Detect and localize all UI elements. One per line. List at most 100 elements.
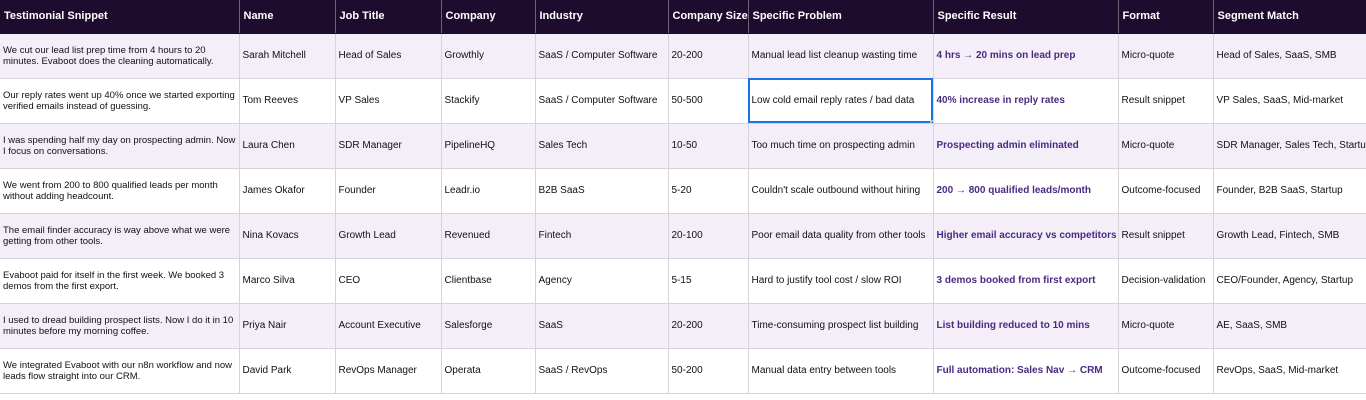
cell-name[interactable]: Nina Kovacs xyxy=(239,213,336,259)
cell-company-size[interactable]: 5-15 xyxy=(668,258,749,304)
table-row: We cut our lead list prep time from 4 ho… xyxy=(0,33,1366,79)
cell-snippet[interactable]: We went from 200 to 800 qualified leads … xyxy=(0,168,240,214)
cell-industry[interactable]: Sales Tech xyxy=(535,123,669,169)
cell-snippet[interactable]: I was spending half my day on prospectin… xyxy=(0,123,240,169)
cell-industry[interactable]: SaaS / Computer Software xyxy=(535,78,669,124)
cell-name[interactable]: David Park xyxy=(239,348,336,394)
cell-specific-result[interactable]: Prospecting admin eliminated xyxy=(933,123,1119,169)
cell-company-size[interactable]: 20-200 xyxy=(668,33,749,79)
cell-specific-result[interactable]: Full automation: Sales Nav → CRM xyxy=(933,348,1119,394)
cell-segment-match[interactable]: CEO/Founder, Agency, Startup xyxy=(1213,258,1366,304)
selection-fill-handle[interactable] xyxy=(929,119,932,122)
column-header-company-size[interactable]: Company Size xyxy=(668,0,749,34)
cell-specific-problem[interactable]: Manual data entry between tools xyxy=(748,348,934,394)
cell-industry[interactable]: B2B SaaS xyxy=(535,168,669,214)
cell-format[interactable]: Decision-validation xyxy=(1118,258,1214,304)
cell-industry[interactable]: SaaS / Computer Software xyxy=(535,33,669,79)
cell-name[interactable]: Sarah Mitchell xyxy=(239,33,336,79)
column-header-specific-problem[interactable]: Specific Problem xyxy=(748,0,934,34)
cell-format[interactable]: Outcome-focused xyxy=(1118,168,1214,214)
cell-format[interactable]: Result snippet xyxy=(1118,213,1214,259)
cell-industry[interactable]: Fintech xyxy=(535,213,669,259)
table-row: The email finder accuracy is way above w… xyxy=(0,213,1366,259)
table-row: Evaboot paid for itself in the first wee… xyxy=(0,258,1366,304)
column-header-job-title[interactable]: Job Title xyxy=(335,0,442,34)
cell-company-size[interactable]: 5-20 xyxy=(668,168,749,214)
cell-name[interactable]: Tom Reeves xyxy=(239,78,336,124)
cell-industry[interactable]: SaaS xyxy=(535,303,669,349)
cell-specific-problem-selected[interactable]: Low cold email reply rates / bad data xyxy=(748,78,934,124)
cell-specific-problem[interactable]: Too much time on prospecting admin xyxy=(748,123,934,169)
cell-company[interactable]: Operata xyxy=(441,348,536,394)
cell-name[interactable]: Priya Nair xyxy=(239,303,336,349)
cell-specific-result[interactable]: Higher email accuracy vs competitors xyxy=(933,213,1119,259)
cell-company[interactable]: Growthly xyxy=(441,33,536,79)
cell-format[interactable]: Micro-quote xyxy=(1118,123,1214,169)
cell-snippet[interactable]: We integrated Evaboot with our n8n workf… xyxy=(0,348,240,394)
cell-company-size[interactable]: 50-500 xyxy=(668,78,749,124)
column-header-format[interactable]: Format xyxy=(1118,0,1214,34)
cell-industry[interactable]: SaaS / RevOps xyxy=(535,348,669,394)
cell-company[interactable]: Revenued xyxy=(441,213,536,259)
cell-specific-result[interactable]: List building reduced to 10 mins xyxy=(933,303,1119,349)
cell-segment-match[interactable]: AE, SaaS, SMB xyxy=(1213,303,1366,349)
cell-company[interactable]: Stackify xyxy=(441,78,536,124)
cell-specific-problem[interactable]: Hard to justify tool cost / slow ROI xyxy=(748,258,934,304)
cell-snippet[interactable]: We cut our lead list prep time from 4 ho… xyxy=(0,33,240,79)
cell-snippet[interactable]: The email finder accuracy is way above w… xyxy=(0,213,240,259)
cell-industry[interactable]: Agency xyxy=(535,258,669,304)
cell-company[interactable]: Leadr.io xyxy=(441,168,536,214)
cell-specific-problem[interactable]: Poor email data quality from other tools xyxy=(748,213,934,259)
column-header-name[interactable]: Name xyxy=(239,0,336,34)
cell-job-title[interactable]: CEO xyxy=(335,258,442,304)
cell-specific-problem[interactable]: Time-consuming prospect list building xyxy=(748,303,934,349)
cell-company[interactable]: PipelineHQ xyxy=(441,123,536,169)
column-header-company[interactable]: Company xyxy=(441,0,536,34)
cell-specific-result[interactable]: 4 hrs → 20 mins on lead prep xyxy=(933,33,1119,79)
cell-company-size[interactable]: 10-50 xyxy=(668,123,749,169)
column-header-specific-result[interactable]: Specific Result xyxy=(933,0,1119,34)
cell-company[interactable]: Clientbase xyxy=(441,258,536,304)
cell-job-title[interactable]: SDR Manager xyxy=(335,123,442,169)
table-row: I used to dread building prospect lists.… xyxy=(0,303,1366,349)
cell-segment-match[interactable]: Growth Lead, Fintech, SMB xyxy=(1213,213,1366,259)
cell-job-title[interactable]: Head of Sales xyxy=(335,33,442,79)
cell-segment-match[interactable]: Founder, B2B SaaS, Startup xyxy=(1213,168,1366,214)
cell-format[interactable]: Micro-quote xyxy=(1118,303,1214,349)
table-row: Our reply rates went up 40% once we star… xyxy=(0,78,1366,124)
column-header-segment-match[interactable]: Segment Match xyxy=(1213,0,1366,34)
cell-company-size[interactable]: 50-200 xyxy=(668,348,749,394)
cell-job-title[interactable]: Founder xyxy=(335,168,442,214)
cell-segment-match[interactable]: Head of Sales, SaaS, SMB xyxy=(1213,33,1366,79)
table-row: I was spending half my day on prospectin… xyxy=(0,123,1366,169)
cell-company[interactable]: Salesforge xyxy=(441,303,536,349)
cell-specific-problem[interactable]: Couldn't scale outbound without hiring xyxy=(748,168,934,214)
cell-name[interactable]: Marco Silva xyxy=(239,258,336,304)
cell-specific-result[interactable]: 200 → 800 qualified leads/month xyxy=(933,168,1119,214)
cell-format[interactable]: Micro-quote xyxy=(1118,33,1214,79)
cell-job-title[interactable]: Growth Lead xyxy=(335,213,442,259)
cell-name[interactable]: James Okafor xyxy=(239,168,336,214)
spreadsheet-grid: Testimonial Snippet Name Job Title Compa… xyxy=(0,0,1366,400)
cell-specific-result[interactable]: 40% increase in reply rates xyxy=(933,78,1119,124)
cell-segment-match[interactable]: RevOps, SaaS, Mid-market xyxy=(1213,348,1366,394)
cell-format[interactable]: Result snippet xyxy=(1118,78,1214,124)
cell-snippet[interactable]: I used to dread building prospect lists.… xyxy=(0,303,240,349)
cell-name[interactable]: Laura Chen xyxy=(239,123,336,169)
cell-specific-problem[interactable]: Manual lead list cleanup wasting time xyxy=(748,33,934,79)
table-row: We integrated Evaboot with our n8n workf… xyxy=(0,348,1366,394)
cell-segment-match[interactable]: SDR Manager, Sales Tech, Startup xyxy=(1213,123,1366,169)
cell-job-title[interactable]: Account Executive xyxy=(335,303,442,349)
cell-segment-match[interactable]: VP Sales, SaaS, Mid-market xyxy=(1213,78,1366,124)
cell-job-title[interactable]: VP Sales xyxy=(335,78,442,124)
testimonials-table: Testimonial Snippet Name Job Title Compa… xyxy=(0,0,1366,394)
cell-company-size[interactable]: 20-100 xyxy=(668,213,749,259)
cell-company-size[interactable]: 20-200 xyxy=(668,303,749,349)
column-header-industry[interactable]: Industry xyxy=(535,0,669,34)
cell-specific-result[interactable]: 3 demos booked from first export xyxy=(933,258,1119,304)
cell-job-title[interactable]: RevOps Manager xyxy=(335,348,442,394)
cell-snippet[interactable]: Our reply rates went up 40% once we star… xyxy=(0,78,240,124)
cell-snippet[interactable]: Evaboot paid for itself in the first wee… xyxy=(0,258,240,304)
column-header-testimonial-snippet[interactable]: Testimonial Snippet xyxy=(0,0,240,34)
cell-format[interactable]: Outcome-focused xyxy=(1118,348,1214,394)
